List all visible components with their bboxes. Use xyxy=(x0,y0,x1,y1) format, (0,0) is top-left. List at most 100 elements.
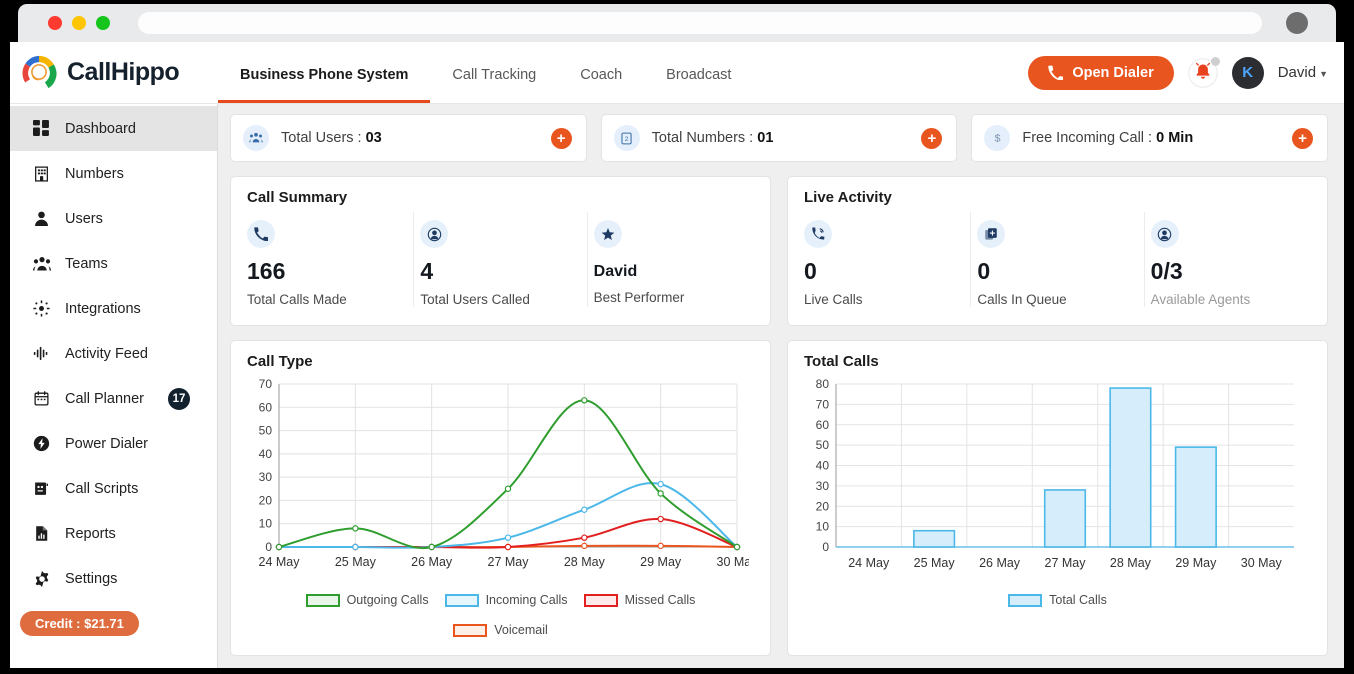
add-users-button[interactable]: + xyxy=(551,128,572,149)
legend-swatch xyxy=(445,594,479,607)
sidebar-item-activity-feed[interactable]: Activity Feed xyxy=(10,331,217,376)
total-calls-chart-title: Total Calls xyxy=(788,341,1327,370)
call-type-line-chart: 01020304050607024 May25 May26 May27 May2… xyxy=(239,374,749,589)
sidebar-item-call-scripts[interactable]: Call Scripts xyxy=(10,466,217,511)
call-summary-panel: Call Summary 166 Total Calls Made xyxy=(230,176,771,326)
browser-profile-avatar[interactable] xyxy=(1286,12,1308,34)
svg-text:27 May: 27 May xyxy=(488,555,530,569)
total-calls-legend: Total Calls xyxy=(788,589,1327,617)
svg-text:50: 50 xyxy=(259,424,273,438)
tab-label: Coach xyxy=(580,67,622,83)
summary-label: Total Calls Made xyxy=(247,292,403,307)
sidebar-item-label: Numbers xyxy=(65,166,124,182)
svg-text:25 May: 25 May xyxy=(914,556,956,570)
sidebar-item-numbers[interactable]: Numbers xyxy=(10,151,217,196)
svg-text:25 May: 25 May xyxy=(335,555,377,569)
sidebar-item-label: Integrations xyxy=(65,301,141,317)
chevron-down-icon: ▼ xyxy=(1319,69,1328,79)
address-bar[interactable] xyxy=(138,12,1262,34)
call-type-chart-area: 01020304050607024 May25 May26 May27 May2… xyxy=(231,370,770,589)
legend-item[interactable]: Missed Calls xyxy=(584,593,696,607)
stat-label: Total Users : 03 xyxy=(281,130,539,146)
live-activity-title: Live Activity xyxy=(788,177,1327,206)
dollar-icon: $ xyxy=(984,125,1010,151)
tab-call-tracking[interactable]: Call Tracking xyxy=(430,42,558,103)
sidebar-item-dashboard[interactable]: Dashboard xyxy=(10,106,217,151)
legend-label: Outgoing Calls xyxy=(347,593,429,607)
add-number-button[interactable]: + xyxy=(921,128,942,149)
stat-card-free-incoming-call: $ Free Incoming Call : 0 Min + xyxy=(971,114,1328,162)
svg-text:30: 30 xyxy=(816,479,830,493)
calendar-icon xyxy=(32,389,51,408)
bolt-icon xyxy=(32,434,51,453)
svg-text:30 May: 30 May xyxy=(717,555,750,569)
svg-text:30 May: 30 May xyxy=(1241,556,1283,570)
avatar-initial: K xyxy=(1242,64,1253,81)
phone-icon xyxy=(1048,65,1063,80)
waveform-icon xyxy=(32,344,51,363)
legend-item[interactable]: Total Calls xyxy=(1008,593,1107,607)
svg-text:29 May: 29 May xyxy=(640,555,682,569)
open-dialer-label: Open Dialer xyxy=(1072,65,1153,81)
legend-swatch xyxy=(306,594,340,607)
user-menu[interactable]: David▼ xyxy=(1278,64,1328,81)
screen-root: CallHippo Business Phone System Call Tra… xyxy=(0,0,1354,674)
maximize-window-button[interactable] xyxy=(96,16,110,30)
sidebar-item-settings[interactable]: Settings xyxy=(10,556,217,601)
legend-swatch xyxy=(584,594,618,607)
tab-broadcast[interactable]: Broadcast xyxy=(644,42,753,103)
stat-value: 01 xyxy=(757,130,773,146)
sidebar-item-label: Reports xyxy=(65,526,116,542)
sidebar-item-call-planner[interactable]: Call Planner 17 xyxy=(10,376,217,421)
charts-row: Call Type 01020304050607024 May25 May26 … xyxy=(230,340,1328,656)
tab-coach[interactable]: Coach xyxy=(558,42,644,103)
summary-total-calls-made: 166 Total Calls Made xyxy=(241,212,414,307)
sidebar-item-power-dialer[interactable]: Power Dialer xyxy=(10,421,217,466)
phone-icon xyxy=(247,220,275,248)
live-activity-value: 0 xyxy=(804,258,960,285)
open-dialer-button[interactable]: Open Dialer xyxy=(1028,56,1173,90)
sidebar-item-users[interactable]: Users xyxy=(10,196,217,241)
top-bar: CallHippo Business Phone System Call Tra… xyxy=(10,42,1344,104)
svg-text:70: 70 xyxy=(816,397,830,411)
stat-label-text: Total Users : xyxy=(281,130,366,146)
summary-label: Best Performer xyxy=(594,290,750,305)
legend-swatch xyxy=(453,624,487,637)
add-credit-button[interactable]: + xyxy=(1292,128,1313,149)
sidebar-item-label: Call Scripts xyxy=(65,481,138,497)
live-call-icon xyxy=(804,220,832,248)
sidebar-item-label: Dashboard xyxy=(65,121,136,137)
summary-best-performer: David Best Performer xyxy=(588,212,760,307)
user-avatar[interactable]: K xyxy=(1232,57,1264,89)
legend-item[interactable]: Outgoing Calls xyxy=(306,593,429,607)
notifications-button[interactable] xyxy=(1188,58,1218,88)
legend-label: Voicemail xyxy=(494,623,548,637)
svg-text:70: 70 xyxy=(259,377,273,391)
sidebar-item-teams[interactable]: Teams xyxy=(10,241,217,286)
sidebar-item-label: Settings xyxy=(65,571,117,587)
legend-item[interactable]: Incoming Calls xyxy=(445,593,568,607)
summary-row: Call Summary 166 Total Calls Made xyxy=(230,176,1328,326)
tab-business-phone-system[interactable]: Business Phone System xyxy=(218,42,430,103)
minimize-window-button[interactable] xyxy=(72,16,86,30)
legend-item[interactable]: Voicemail xyxy=(453,623,548,637)
close-window-button[interactable] xyxy=(48,16,62,30)
grid-icon xyxy=(32,119,51,138)
call-type-chart-panel: Call Type 01020304050607024 May25 May26 … xyxy=(230,340,771,656)
user-circle-icon xyxy=(420,220,448,248)
stat-value: 03 xyxy=(366,130,382,146)
sidebar-item-reports[interactable]: Reports xyxy=(10,511,217,556)
svg-text:24 May: 24 May xyxy=(259,555,301,569)
summary-label: Total Users Called xyxy=(420,292,576,307)
stat-card-row: Total Users : 03 + 2 Total Numbers : 01 … xyxy=(230,114,1328,162)
svg-text:29 May: 29 May xyxy=(1175,556,1217,570)
sidebar-item-integrations[interactable]: Integrations xyxy=(10,286,217,331)
available-agents-cell: 0/3 Available Agents xyxy=(1145,212,1317,307)
window-controls xyxy=(48,16,110,30)
call-type-chart-title: Call Type xyxy=(231,341,770,370)
sidebar-item-label: Activity Feed xyxy=(65,346,148,362)
browser-chrome xyxy=(18,4,1336,42)
brand[interactable]: CallHippo xyxy=(10,42,218,103)
credit-badge[interactable]: Credit : $21.71 xyxy=(20,611,139,636)
sidebar-item-label: Call Planner xyxy=(65,391,144,407)
